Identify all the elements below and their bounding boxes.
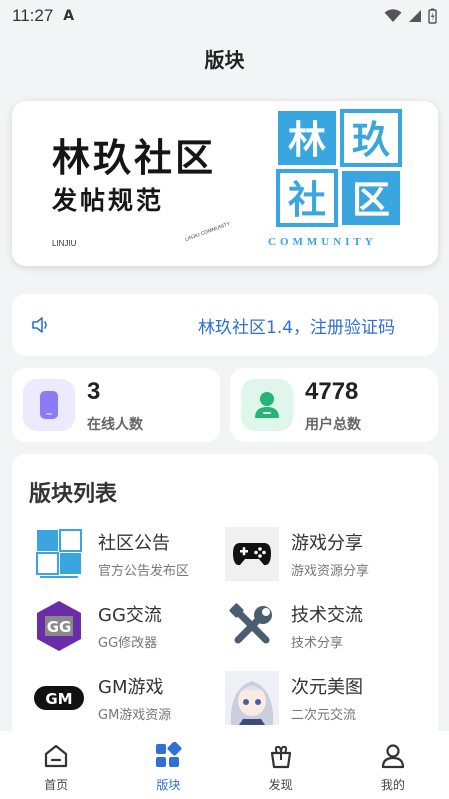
board-item-name: 社区公告	[98, 533, 170, 554]
status-time: 11:27	[12, 6, 54, 25]
board-item-name: GG交流	[98, 605, 162, 626]
board-item-desc: GM游戏资源	[98, 708, 172, 723]
board-item-desc: 技术分享	[291, 636, 344, 651]
board-item-gg[interactable]: GG GG交流 GG修改器	[32, 599, 232, 659]
profile-icon	[381, 744, 404, 769]
tab-boards-label: 版块	[156, 778, 181, 792]
board-item-gm[interactable]: GM GM游戏 GM游戏资源	[32, 671, 232, 731]
board-list: 版块列表 社区公告 官方公告发布区 游戏分享 游戏资源分享 GG GG交流 GG…	[12, 454, 438, 744]
board-item-name: 技术交流	[291, 605, 363, 626]
logo-char-1: 林	[288, 118, 326, 162]
battery-icon	[428, 8, 437, 24]
top-bar: 版块	[0, 32, 449, 84]
svg-text:GM: GM	[45, 690, 72, 708]
banner-brand: LINJIU	[52, 239, 77, 248]
banner-subtitle: 发帖规范	[52, 186, 165, 215]
board-item-tech[interactable]: 技术交流 技术分享	[225, 599, 425, 659]
tab-discover-label: 发现	[268, 778, 293, 792]
board-item-name: 游戏分享	[291, 533, 363, 554]
banner-tiny-text: LINJIU COMMUNITY	[184, 221, 232, 243]
tab-mine[interactable]: 我的	[337, 731, 449, 799]
tools-icon	[229, 603, 272, 644]
board-item-desc: 二次元交流	[291, 708, 357, 723]
banner-carousel[interactable]: 林玖社区 发帖规范 LINJIU LINJIU COMMUNITY 林 玖 社 …	[12, 101, 438, 266]
logo-char-3: 社	[288, 178, 326, 222]
wifi-icon	[384, 9, 402, 22]
total-users-label: 用户总数	[305, 417, 361, 433]
anime-avatar-icon	[225, 671, 279, 725]
home-icon	[45, 744, 68, 768]
tab-discover[interactable]: 发现	[225, 731, 337, 799]
tab-mine-label: 我的	[380, 778, 405, 792]
gift-icon	[270, 745, 291, 769]
page-title: 版块	[204, 47, 245, 72]
banner-community-text: COMMUNITY	[268, 236, 377, 248]
logo-char-4: 区	[352, 178, 390, 222]
board-item-game-share[interactable]: 游戏分享 游戏资源分享	[225, 527, 425, 587]
board-item-name: GM游戏	[98, 677, 164, 698]
phone-icon	[40, 391, 58, 419]
speaker-icon	[32, 317, 47, 333]
signal-icon	[409, 10, 421, 22]
tab-boards[interactable]: 版块	[112, 731, 224, 799]
board-item-announcements[interactable]: 社区公告 官方公告发布区	[32, 527, 232, 587]
online-count-label: 在线人数	[87, 417, 143, 433]
bottom-tab-bar: 首页 版块 发现 我的	[0, 731, 449, 799]
linjiu-community-logo: 林 玖 社 区	[276, 109, 402, 227]
status-icons	[384, 8, 437, 24]
tab-home-label: 首页	[44, 778, 69, 792]
banner-title: 林玖社区	[52, 136, 217, 180]
logo-char-2: 玖	[352, 118, 390, 162]
board-item-desc: 官方公告发布区	[98, 564, 190, 579]
board-item-desc: GG修改器	[98, 636, 158, 651]
status-bar: 11:27 A	[0, 0, 449, 32]
gg-logo-icon: GG	[37, 601, 81, 651]
linjiu-logo-icon	[36, 529, 82, 578]
notice-bar[interactable]: 林玖社区1.4，注册验证码	[12, 294, 438, 356]
board-item-anime[interactable]: 次元美图 二次元交流	[225, 671, 425, 731]
app-notification-icon: A	[63, 8, 75, 24]
user-icon	[255, 392, 279, 418]
gm-logo-icon: GM	[34, 686, 84, 710]
gamepad-icon	[233, 543, 271, 566]
online-count-value: 3	[87, 378, 101, 405]
total-users-card[interactable]: 4778 用户总数	[230, 368, 438, 442]
grid-icon	[156, 742, 182, 767]
online-count-card[interactable]: 3 在线人数	[12, 368, 220, 442]
total-users-value: 4778	[305, 378, 359, 405]
board-list-heading: 版块列表	[29, 482, 118, 507]
board-item-desc: 游戏资源分享	[291, 564, 370, 579]
notice-text: 林玖社区1.4，注册验证码	[198, 317, 396, 338]
svg-text:GG: GG	[47, 618, 72, 636]
board-item-name: 次元美图	[291, 677, 363, 698]
tab-home[interactable]: 首页	[0, 731, 112, 799]
